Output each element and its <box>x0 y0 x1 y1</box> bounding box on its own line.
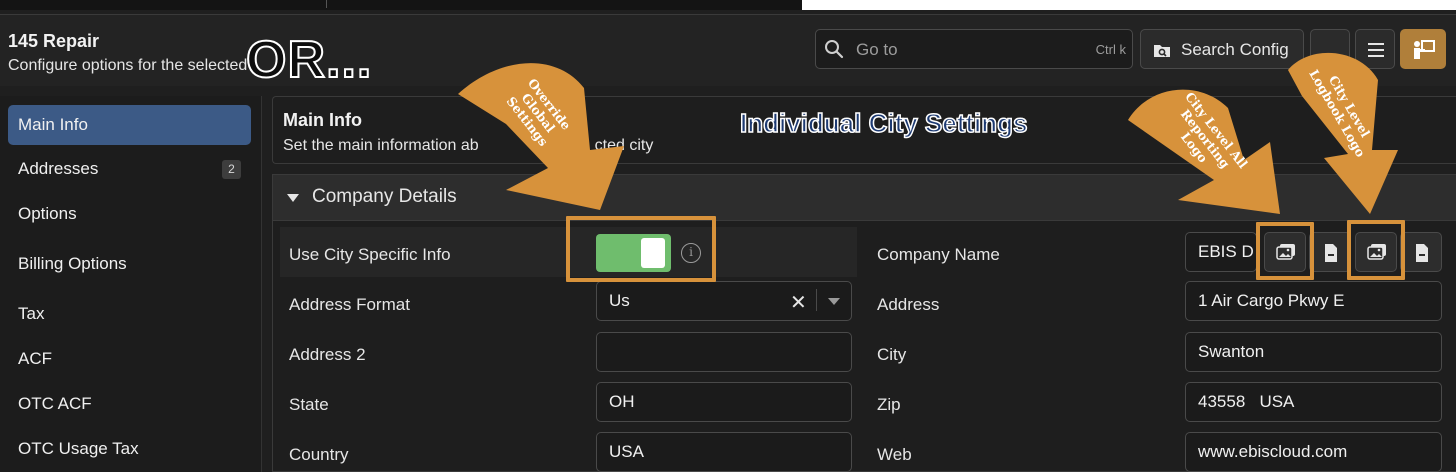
user-switch-icon <box>1414 40 1435 59</box>
page-title: 145 Repair <box>8 31 100 51</box>
sidebar-item-acf[interactable]: ACF <box>8 339 251 379</box>
sidebar-item-options[interactable]: Options <box>8 194 251 234</box>
sidebar-item-label: ACF <box>18 349 52 368</box>
company-details-header[interactable]: Company Details <box>273 175 1456 221</box>
select-divider <box>816 289 817 311</box>
company-details-title: Company Details <box>312 186 457 207</box>
reporting-logo-file-button[interactable] <box>1309 232 1351 272</box>
top-strip <box>0 0 1456 10</box>
chevron-down-icon[interactable] <box>828 298 840 305</box>
sidebar-item-billing-options[interactable]: Billing Options <box>8 244 251 284</box>
or-annotation: OR... <box>245 30 373 90</box>
hamburger-icon <box>1368 43 1384 45</box>
state-field[interactable]: OH <box>596 382 852 422</box>
country-field[interactable]: USA <box>596 432 852 472</box>
address2-field[interactable] <box>596 332 852 372</box>
menu-button[interactable] <box>1355 29 1395 69</box>
address-format-select[interactable]: Us <box>596 281 852 321</box>
sidebar-item-label: OTC ACF <box>18 394 92 413</box>
strip-divider <box>326 0 327 8</box>
count-badge: 2 <box>222 160 241 179</box>
city-label: City <box>877 345 907 364</box>
user-switch-button[interactable] <box>1400 29 1446 69</box>
individual-city-annotation: Individual City Settings <box>739 107 1028 139</box>
zip-label: Zip <box>877 395 901 414</box>
city-field[interactable]: Swanton <box>1185 332 1442 372</box>
sidebar-item-label: Addresses <box>18 159 99 178</box>
address2-label: Address 2 <box>289 345 366 364</box>
sidebar-item-tax[interactable]: Tax <box>8 294 251 334</box>
sidebar-item-otc-acf[interactable]: OTC ACF <box>8 384 251 424</box>
section-subtitle: Set the main information ab cted city <box>283 137 653 155</box>
logbook-logo-file-button[interactable] <box>1400 232 1442 272</box>
state-label: State <box>289 395 329 414</box>
address-label: Address <box>877 295 940 314</box>
highlight-box-logbook-logo <box>1347 220 1405 280</box>
white-region <box>802 0 1456 10</box>
section-subtitle-start: Set the main information ab <box>283 137 479 154</box>
go-to-placeholder: Go to <box>856 40 898 59</box>
section-subtitle-end: cted city <box>594 137 654 154</box>
shortcut-hint: Ctrl k <box>1095 42 1126 57</box>
use-city-specific-label: Use City Specific Info <box>289 245 451 264</box>
company-details-panel: Company Details <box>272 174 1456 472</box>
sidebar-item-label: Billing Options <box>18 254 127 273</box>
address-format-value: Us <box>609 291 630 310</box>
company-name-label: Company Name <box>877 245 1000 264</box>
sidebar-item-main-info[interactable]: Main Info <box>8 105 251 145</box>
address-format-label: Address Format <box>289 295 410 314</box>
sidebar-item-addresses[interactable]: Addresses 2 <box>8 149 251 189</box>
sidebar-item-otc-usage-tax[interactable]: OTC Usage Tax <box>8 429 251 469</box>
web-field[interactable]: www.ebiscloud.com <box>1185 432 1442 472</box>
caret-down-icon <box>287 194 299 202</box>
highlight-box-toggle <box>566 216 716 282</box>
section-title: Main Info <box>283 110 362 130</box>
address-field[interactable]: 1 Air Cargo Pkwy E <box>1185 281 1442 321</box>
search-config-button[interactable]: Search Config <box>1140 29 1304 69</box>
sidebar-item-label: Options <box>18 204 77 223</box>
folder-search-icon <box>1154 45 1170 57</box>
sidebar-item-label: Main Info <box>18 115 88 134</box>
company-name-field[interactable]: EBIS D <box>1185 232 1257 272</box>
file-icon <box>1416 244 1428 262</box>
sidebar-item-label: Tax <box>18 304 45 323</box>
go-to-input[interactable]: Go to Ctrl k <box>815 29 1133 69</box>
web-label: Web <box>877 445 912 464</box>
zip-field[interactable]: 43558 USA <box>1185 382 1442 422</box>
highlight-box-reporting-logo <box>1256 222 1314 280</box>
sidebar-item-label: OTC Usage Tax <box>18 439 139 458</box>
country-label: Country <box>289 445 349 464</box>
clear-icon[interactable]: ✕ <box>790 290 807 315</box>
search-icon <box>825 40 844 59</box>
page-subtitle: Configure options for the selected <box>8 57 248 74</box>
sidebar: Main Info Addresses 2 Options Billing Opt… <box>0 96 262 472</box>
file-icon <box>1325 244 1337 262</box>
search-config-label: Search Config <box>1181 40 1289 59</box>
